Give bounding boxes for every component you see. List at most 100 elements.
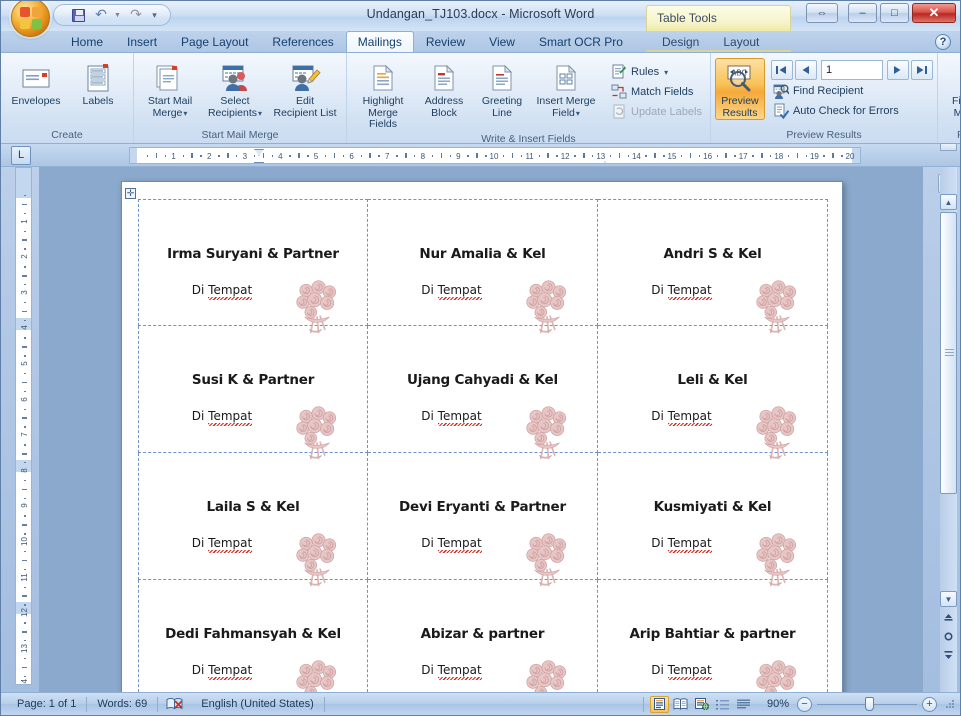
chevron-down-icon[interactable]: ▾ <box>664 68 668 77</box>
label-table[interactable]: Irma Suryani & Partner Di Tempat Nur Amal… <box>138 199 828 692</box>
zoom-level[interactable]: 90% <box>759 698 797 710</box>
auto-check-errors-button[interactable]: Auto Check for Errors <box>769 101 933 121</box>
help-icon[interactable]: ? <box>935 34 951 50</box>
write-insert-small-buttons: Rules ▾ Match Fields Update Labels <box>601 58 706 122</box>
label-cell[interactable]: Devi Eryanti & Partner Di Tempat <box>368 453 598 587</box>
greeting-line-button[interactable]: Greeting Line <box>473 58 531 120</box>
scroll-down-button[interactable]: ▼ <box>940 591 957 607</box>
resize-grip-icon[interactable] <box>943 697 957 711</box>
insert-merge-field-label-2: Field <box>552 106 575 119</box>
record-number-input[interactable]: 1 <box>820 60 883 80</box>
label-cell[interactable]: Arip Bahtiar & partner Di Tempat <box>598 580 828 692</box>
tab-view[interactable]: View <box>477 31 527 52</box>
label-cell[interactable]: Dedi Fahmansyah & Kel Di Tempat <box>138 580 368 692</box>
ruler-tick-label: 6 <box>349 152 354 161</box>
scrollbar-thumb[interactable] <box>940 212 957 494</box>
next-page-button[interactable] <box>940 646 957 663</box>
chevron-down-icon[interactable]: ▾ <box>258 109 262 118</box>
ruler-tick-dot <box>24 444 26 446</box>
address-block-label-2: Block <box>431 106 457 119</box>
table-move-handle[interactable]: ✛ <box>125 188 136 199</box>
start-mail-merge-button[interactable]: Start Mail Merge▾ <box>138 58 202 120</box>
document-page[interactable]: ✛ Irma Suryani & Partner Di Tempat Nur Am… <box>121 181 843 692</box>
minimize-button[interactable]: – <box>848 3 877 23</box>
finish-merge-label-1: Finish & <box>951 95 961 107</box>
tab-insert[interactable]: Insert <box>115 31 169 52</box>
document-scroll-area[interactable]: ✛ Irma Suryani & Partner Di Tempat Nur Am… <box>39 167 923 692</box>
highlight-merge-fields-button[interactable]: Highlight Merge Fields <box>351 58 415 132</box>
zoom-track[interactable] <box>817 696 917 711</box>
outline-view-button[interactable] <box>713 696 732 713</box>
label-cell[interactable]: Nur Amalia & Kel Di Tempat <box>368 199 598 334</box>
preview-results-button[interactable]: ABC Preview Results <box>714 58 765 120</box>
tab-home[interactable]: Home <box>59 31 115 52</box>
vertical-ruler[interactable]: 1 2 3 4 5 6 7 8 9 10 11 12 13 14 <box>15 167 32 685</box>
web-layout-view-button[interactable] <box>692 696 711 713</box>
horizontal-ruler[interactable]: 1 2 3 4 5 6 7 8 9 10 11 12 13 14 15 16 17 18 19 20 <box>129 147 861 164</box>
zoom-out-button[interactable]: − <box>797 696 812 712</box>
find-recipient-button[interactable]: Find Recipient <box>769 81 933 101</box>
match-fields-button[interactable]: Match Fields <box>607 82 706 102</box>
tab-layout[interactable]: Layout <box>711 31 771 52</box>
language-indicator[interactable]: English (United States) <box>191 696 324 713</box>
insert-merge-field-button[interactable]: Insert Merge Field▾ <box>531 58 601 120</box>
ribbon-restore-icon[interactable]: ⇔ <box>806 3 838 23</box>
tab-references[interactable]: References <box>260 31 345 52</box>
scroll-up-button[interactable]: ▲ <box>940 194 957 210</box>
vertical-scrollbar[interactable]: ▲ ▼ <box>940 167 957 692</box>
rules-button[interactable]: Rules ▾ <box>607 62 706 82</box>
zoom-slider-handle[interactable] <box>865 696 874 711</box>
zoom-slider[interactable]: − + <box>797 696 943 712</box>
full-screen-reading-view-button[interactable] <box>671 696 690 713</box>
left-indent-marker[interactable] <box>254 162 264 163</box>
ribbon-group-finish: Finish & Merge▾ Finish <box>936 53 961 143</box>
proofing-status-button[interactable] <box>158 697 191 711</box>
close-button[interactable]: ✕ <box>912 3 956 23</box>
label-cell[interactable]: Susi K & Partner Di Tempat <box>138 326 368 460</box>
window-split-handle[interactable] <box>940 143 957 151</box>
chevron-down-icon[interactable]: ▾ <box>576 109 580 118</box>
print-layout-view-button[interactable] <box>650 695 669 713</box>
maximize-button[interactable]: □ <box>880 3 909 23</box>
label-secondary-text: Di Tempat <box>598 663 765 682</box>
tab-design[interactable]: Design <box>650 31 711 52</box>
tab-smart-ocr-pro[interactable]: Smart OCR Pro <box>527 31 635 52</box>
label-cell[interactable]: Laila S & Kel Di Tempat <box>138 453 368 587</box>
finish-merge-button[interactable]: Finish & Merge▾ <box>942 58 961 120</box>
last-record-button[interactable] <box>910 60 933 80</box>
label-cell[interactable]: Abizar & partner Di Tempat <box>368 580 598 692</box>
ruler-tick-label: 4 <box>20 325 29 331</box>
label-cell[interactable]: Kusmiyati & Kel Di Tempat <box>598 453 828 587</box>
highlight-merge-fields-icon <box>367 62 399 94</box>
select-browse-object-button[interactable] <box>940 628 957 645</box>
envelopes-button[interactable]: Envelopes <box>5 58 67 109</box>
label-cell[interactable]: Andri S & Kel Di Tempat <box>598 199 828 334</box>
next-record-button[interactable] <box>886 60 909 80</box>
tab-review[interactable]: Review <box>414 31 477 52</box>
group-label-create: Create <box>51 129 83 141</box>
tab-mailings[interactable]: Mailings <box>345 31 414 52</box>
tab-page-layout[interactable]: Page Layout <box>169 31 260 52</box>
edit-recipient-list-button[interactable]: Edit Recipient List <box>268 58 342 120</box>
ribbon-mailings: Envelopes Labels Create Start Mail Merge… <box>1 53 961 145</box>
ruler-tick-dot <box>396 155 398 157</box>
recipient-name: Abizar & partner <box>420 626 545 642</box>
greeting-line-icon <box>486 62 518 94</box>
chevron-down-icon[interactable]: ▾ <box>183 109 187 118</box>
tab-stop-selector[interactable]: L <box>11 145 31 165</box>
zoom-in-button[interactable]: + <box>922 696 937 712</box>
label-cell[interactable]: Ujang Cahyadi & Kel Di Tempat <box>368 326 598 460</box>
ruler-tick-dot <box>24 426 26 428</box>
previous-record-button[interactable] <box>794 60 817 80</box>
page-indicator[interactable]: Page: 1 of 1 <box>7 696 86 713</box>
word-count[interactable]: Words: 69 <box>87 696 157 713</box>
select-recipients-button[interactable]: Select Recipients▾ <box>202 58 268 120</box>
ruler-tick-dot <box>22 453 27 455</box>
first-record-button[interactable] <box>770 60 793 80</box>
draft-view-button[interactable] <box>734 696 753 713</box>
label-cell[interactable]: Leli & Kel Di Tempat <box>598 326 828 460</box>
address-block-button[interactable]: Address Block <box>415 58 473 120</box>
label-cell[interactable]: Irma Suryani & Partner Di Tempat <box>138 199 368 334</box>
labels-button[interactable]: Labels <box>67 58 129 109</box>
previous-page-button[interactable] <box>940 610 957 627</box>
